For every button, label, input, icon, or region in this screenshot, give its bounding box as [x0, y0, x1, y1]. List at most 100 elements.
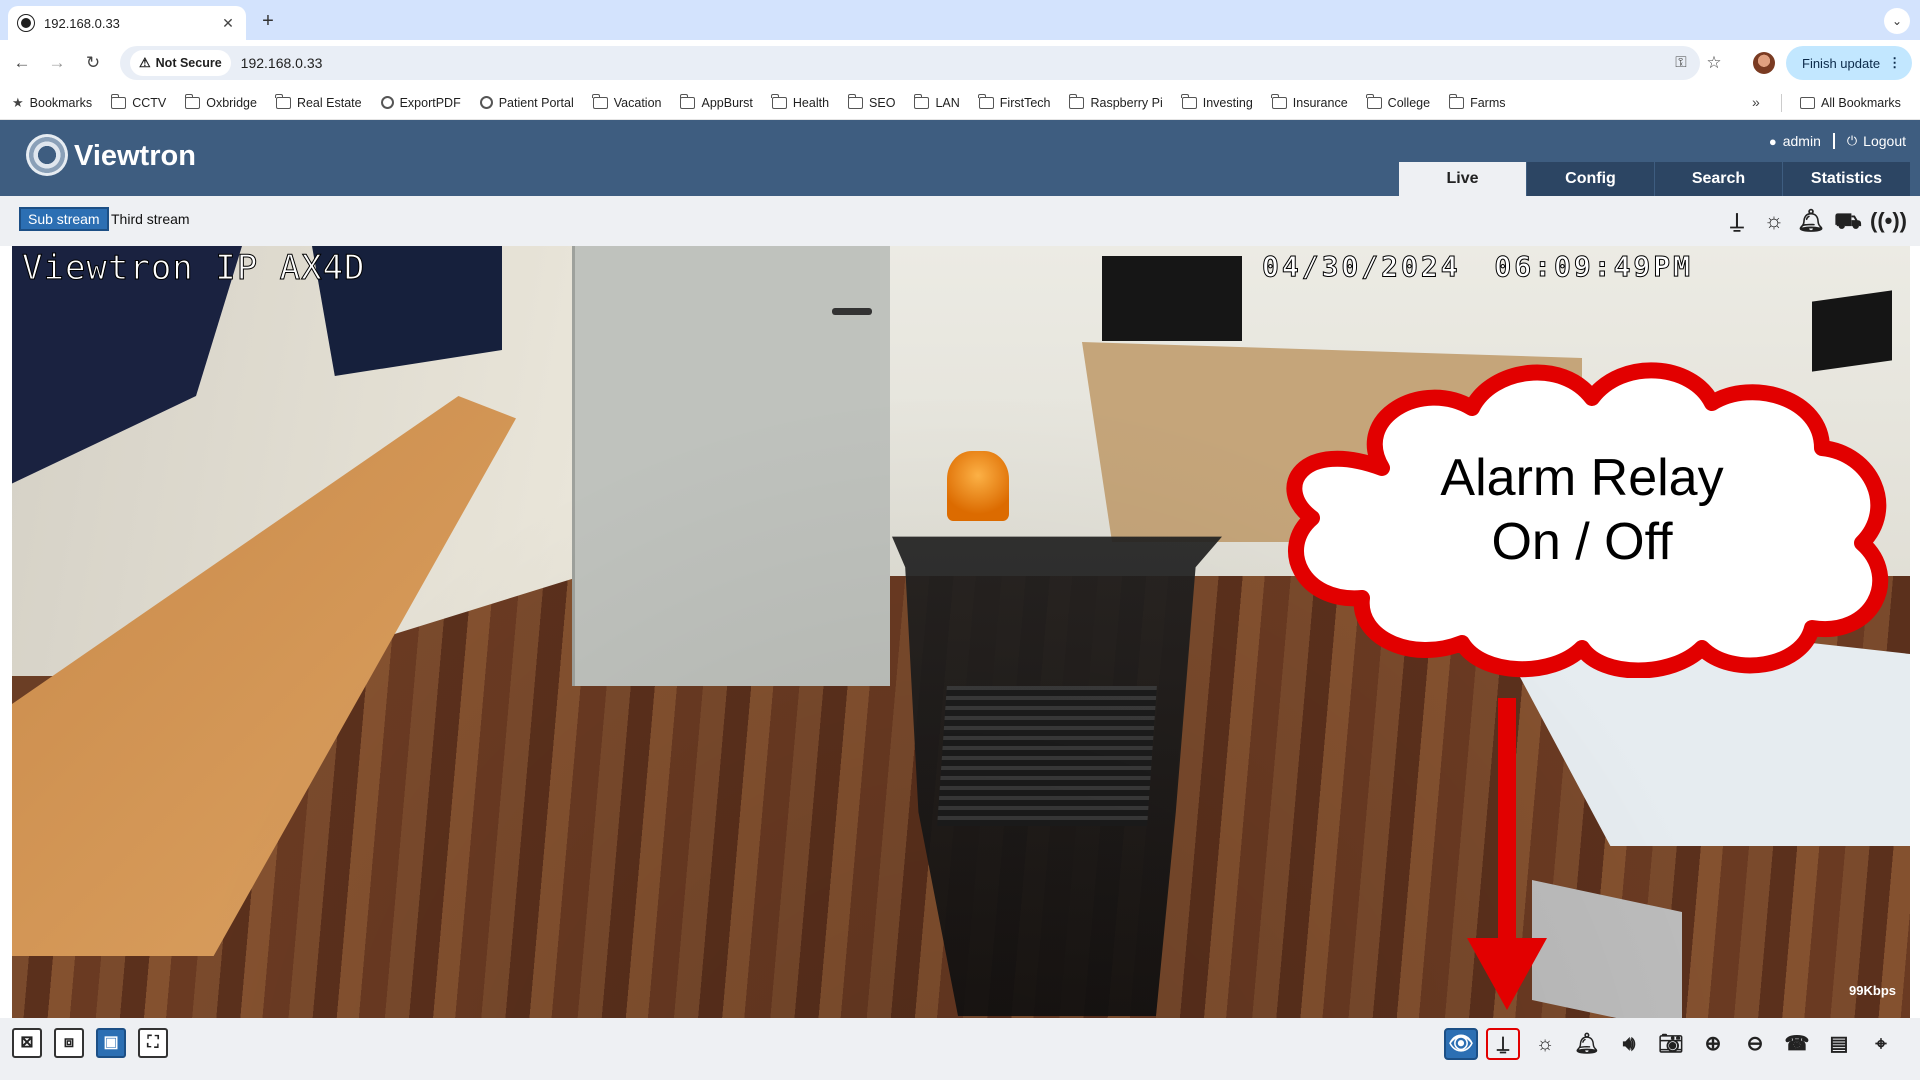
logout-link[interactable]: Logout	[1863, 133, 1906, 149]
bookmark-item[interactable]: ExportPDF	[380, 96, 461, 110]
security-chip[interactable]: ⚠ Not Secure	[130, 50, 231, 76]
ptz-icon[interactable]: ⌖	[1864, 1028, 1898, 1060]
bookmark-item[interactable]: Vacation	[592, 93, 662, 110]
browser-tab[interactable]: 192.168.0.33 ✕	[8, 6, 246, 40]
tab-list-button[interactable]: ⌄	[1884, 8, 1910, 34]
audio-icon[interactable]: 🔊︎	[1612, 1028, 1646, 1060]
white-light-icon[interactable]: ☼	[1528, 1028, 1562, 1060]
bookmark-label: FirstTech	[999, 95, 1051, 110]
bookmark-item[interactable]: Insurance	[1271, 93, 1348, 110]
bookmarks-divider	[1781, 94, 1782, 112]
zoom-in-icon[interactable]: ⊕	[1696, 1028, 1730, 1060]
bookmark-item[interactable]: Health	[771, 93, 830, 110]
callout-line-2: On / Off	[1491, 513, 1673, 571]
password-key-icon[interactable]: ⚿	[1670, 52, 1692, 74]
snapshot-icon[interactable]: 📷︎	[1654, 1028, 1688, 1060]
bookmark-item[interactable]: CCTV	[110, 93, 166, 110]
talk-icon[interactable]: ☎	[1780, 1028, 1814, 1060]
light-alarm-icon[interactable]: ☼	[1759, 206, 1789, 236]
folder-icon	[978, 93, 994, 109]
close-window-icon[interactable]: ⊠	[12, 1028, 42, 1058]
alarm-relay-icon[interactable]: ⍊	[1486, 1028, 1520, 1060]
all-bookmarks-button[interactable]: All Bookmarks	[1800, 86, 1901, 120]
tab-config[interactable]: Config	[1527, 162, 1654, 196]
osd-datetime: 04/30/2024 06:09:49PM	[1261, 250, 1694, 284]
folder-icon	[1271, 93, 1287, 109]
folder-icon	[771, 93, 787, 109]
audio-alarm-icon[interactable]: 🔔︎	[1796, 206, 1826, 236]
forward-button[interactable]: →	[44, 50, 70, 76]
osd-camera-name: Viewtron IP AX4D	[22, 248, 366, 289]
callout-text: Alarm Relay On / Off	[1262, 446, 1902, 574]
username: admin	[1782, 133, 1821, 149]
bookmark-label: LAN	[935, 95, 960, 110]
bookmark-label: Real Estate	[296, 95, 362, 110]
browser-tab-strip: 192.168.0.33 ✕ + ⌄	[0, 0, 1920, 40]
bookmark-label: SEO	[869, 95, 896, 110]
original-size-icon[interactable]: ⧈	[54, 1028, 84, 1058]
url-text[interactable]: 192.168.0.33	[241, 55, 323, 71]
bookmark-label: Vacation	[613, 95, 662, 110]
bookmark-label: Oxbridge	[206, 95, 257, 110]
main-nav-tabs: Live Config Search Statistics	[1399, 162, 1911, 196]
update-label: Finish update	[1802, 55, 1881, 71]
globe-icon	[380, 96, 394, 109]
new-tab-button[interactable]: +	[254, 8, 282, 36]
more-bookmarks-icon[interactable]: »	[1752, 94, 1760, 110]
folder-icon	[679, 93, 696, 109]
tab-live[interactable]: Live	[1399, 162, 1526, 196]
browser-toolbar: ← → ↻ ⚠ Not Secure 192.168.0.33 ⚿ ☆ Fini…	[0, 40, 1920, 86]
user-area: ● admin ⏻ Logout	[1769, 133, 1906, 149]
bookmark-item[interactable]: AppBurst	[679, 93, 753, 110]
bookmark-star-icon[interactable]: ☆	[1703, 52, 1725, 74]
sub-stream-button[interactable]: Sub stream	[19, 207, 109, 231]
bookmark-item[interactable]: Investing	[1181, 93, 1253, 110]
folder-icon	[1181, 93, 1197, 109]
wireless-alarm-icon[interactable]: ((•))	[1870, 206, 1907, 236]
callout-line-1: Alarm Relay	[1440, 449, 1724, 507]
third-stream-button[interactable]: Third stream	[104, 207, 197, 231]
tab-search[interactable]: Search	[1655, 162, 1782, 196]
folder-icon	[592, 93, 608, 109]
callout-arrow-shaft	[1498, 698, 1516, 944]
alarm-relay-icon[interactable]: ⍊	[1722, 206, 1752, 236]
live-view-icon[interactable]: 👁︎	[1444, 1028, 1478, 1060]
bookmark-item[interactable]: FirstTech	[978, 93, 1051, 110]
bookmark-item[interactable]: Real Estate	[275, 93, 362, 110]
site-favicon-icon	[18, 15, 34, 31]
callout-arrow-head	[1467, 938, 1547, 1010]
bookmark-label: Insurance	[1292, 95, 1348, 110]
menu-dots-icon: ⋮	[1888, 55, 1902, 70]
bookmark-item[interactable]: ★ Bookmarks	[12, 95, 92, 111]
bookmark-item[interactable]: Patient Portal	[479, 96, 574, 110]
alarm-bell-icon[interactable]: 🔔︎	[1570, 1028, 1604, 1060]
motion-alarm-icon[interactable]: ⛟	[1833, 206, 1863, 236]
bookmark-item[interactable]: Farms	[1448, 93, 1506, 110]
bookmark-item[interactable]: Oxbridge	[184, 93, 257, 110]
profile-avatar[interactable]	[1753, 52, 1775, 74]
zoom-out-icon[interactable]: ⊖	[1738, 1028, 1772, 1060]
tab-close-icon[interactable]: ✕	[220, 15, 236, 32]
video-control-bar: ⊠ ⧈ ▣ ⛶ 👁︎ ⍊ ☼ 🔔︎ 🔊︎ 📷︎ ⊕ ⊖ ☎ ▤ ⌖	[0, 1018, 1920, 1080]
folder-icon	[110, 93, 127, 109]
power-icon[interactable]: ⏻	[1847, 133, 1857, 149]
bookmark-label: Health	[792, 95, 830, 110]
fullscreen-icon[interactable]: ⛶	[138, 1028, 168, 1058]
live-video-feed[interactable]: Viewtron IP AX4D 04/30/2024 06:09:49PM A…	[12, 246, 1910, 1018]
fit-window-icon[interactable]: ▣	[96, 1028, 126, 1058]
bookmark-label: College	[1387, 95, 1431, 110]
record-icon[interactable]: ▤	[1822, 1028, 1856, 1060]
globe-icon	[479, 96, 493, 109]
bookmark-item[interactable]: Raspberry Pi	[1068, 93, 1163, 110]
bookmark-item[interactable]: LAN	[913, 93, 960, 110]
bookmark-label: Farms	[1470, 95, 1506, 110]
logo-text: Viewtron	[74, 140, 196, 172]
finish-update-button[interactable]: Finish update ⋮	[1786, 46, 1912, 80]
tab-statistics[interactable]: Statistics	[1783, 162, 1910, 196]
folder-icon	[1366, 93, 1382, 109]
bookmark-item[interactable]: College	[1366, 93, 1431, 110]
bookmark-item[interactable]: SEO	[847, 93, 896, 110]
back-button[interactable]: ←	[9, 50, 35, 76]
reload-button[interactable]: ↻	[80, 50, 106, 76]
address-bar[interactable]: ⚠ Not Secure 192.168.0.33 ⚿ ☆	[120, 46, 1722, 80]
